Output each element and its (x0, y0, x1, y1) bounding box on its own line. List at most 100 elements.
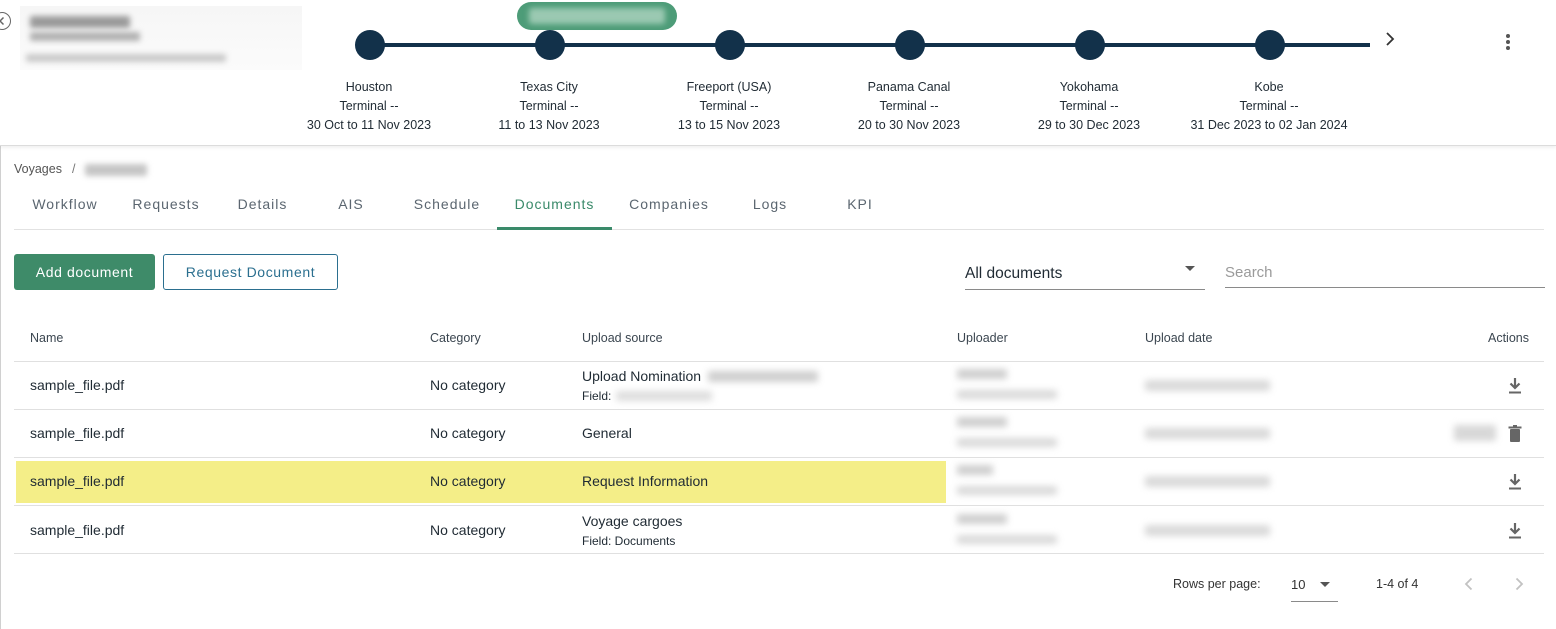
file-name[interactable]: sample_file.pdf (30, 425, 124, 441)
column-header-upload-date[interactable]: Upload date (1145, 331, 1212, 345)
file-name[interactable]: sample_file.pdf (30, 377, 124, 393)
stop-terminal: Terminal -- (1059, 99, 1119, 113)
file-category: No category (430, 377, 506, 393)
file-category: No category (430, 522, 506, 538)
dropdown-caret-icon (1320, 582, 1330, 587)
upload-source-field: Field: Documents (582, 534, 676, 548)
rows-per-page-select[interactable]: 10 (1291, 572, 1338, 602)
file-name[interactable]: sample_file.pdf (30, 473, 124, 489)
download-icon[interactable] (1506, 521, 1524, 541)
stop-port: Texas City (520, 80, 578, 94)
previous-page-icon[interactable] (1462, 576, 1476, 592)
rows-per-page-value: 10 (1291, 577, 1306, 592)
vessel-email-redacted (26, 54, 226, 62)
timeline-stop-marker[interactable] (1255, 30, 1285, 60)
voyage-header: Houston Terminal -- 30 Oct to 11 Nov 202… (0, 0, 1556, 146)
stop-terminal: Terminal -- (1239, 99, 1299, 113)
tab-schedule[interactable]: Schedule (412, 196, 482, 230)
delete-icon[interactable] (1506, 424, 1524, 444)
voyage-status-badge (517, 2, 677, 30)
download-icon[interactable] (1506, 472, 1524, 492)
timeline-stop-marker[interactable] (1075, 30, 1105, 60)
search-input[interactable] (1225, 258, 1545, 288)
tab-kpi[interactable]: KPI (845, 196, 875, 230)
dropdown-caret-icon (1185, 266, 1195, 271)
tab-companies[interactable]: Companies (628, 196, 710, 230)
vessel-detail-redacted (30, 32, 140, 41)
source-detail-redacted (708, 371, 818, 382)
upload-source: Voyage cargoes (582, 513, 683, 529)
uploader-company-redacted (957, 390, 1057, 399)
add-document-button[interactable]: Add document (14, 254, 155, 290)
tab-bar: Workflow Requests Details AIS Schedule D… (14, 182, 1544, 230)
pagination-range: 1-4 of 4 (1376, 577, 1419, 591)
upload-source: Upload Nomination (582, 368, 702, 384)
stop-terminal: Terminal -- (339, 99, 399, 113)
table-header: Name Category Upload source Uploader Upl… (14, 314, 1544, 362)
tab-workflow[interactable]: Workflow (30, 196, 100, 230)
timeline-stop-marker[interactable] (895, 30, 925, 60)
timeline-track (369, 43, 1370, 47)
uploader-redacted (957, 369, 1007, 379)
column-header-upload-source[interactable]: Upload source (582, 331, 663, 345)
uploader-redacted (957, 465, 993, 475)
uploader-company-redacted (957, 438, 1057, 447)
more-vertical-icon[interactable] (1500, 32, 1516, 52)
tab-ais[interactable]: AIS (336, 196, 366, 230)
upload-date-redacted (1145, 525, 1270, 536)
file-category: No category (430, 425, 506, 441)
table-row[interactable]: sample_file.pdf No category Upload Nomin… (14, 362, 1544, 410)
table-row[interactable]: sample_file.pdf No category Request Info… (14, 458, 1544, 506)
uploader-redacted (957, 514, 1007, 524)
stop-port: Kobe (1254, 80, 1284, 94)
tab-requests[interactable]: Requests (131, 196, 201, 230)
upload-date-redacted (1145, 428, 1270, 439)
uploader-redacted (957, 417, 1007, 427)
tab-logs[interactable]: Logs (752, 196, 788, 230)
stop-port: Yokohama (1059, 80, 1119, 94)
document-filter-select[interactable]: All documents (965, 258, 1205, 290)
breadcrumb-voyages[interactable]: Voyages (14, 162, 62, 176)
column-header-actions: Actions (1488, 331, 1529, 345)
timeline-stop-marker[interactable] (715, 30, 745, 60)
timeline-stop-marker[interactable] (535, 30, 565, 60)
stop-dates: 20 to 30 Nov 2023 (857, 118, 961, 132)
column-header-uploader[interactable]: Uploader (957, 331, 1008, 345)
breadcrumb: Voyages / (14, 162, 148, 176)
breadcrumb-voyage-redacted (85, 163, 148, 176)
stop-dates: 30 Oct to 11 Nov 2023 (306, 118, 432, 132)
vessel-name-redacted (30, 16, 130, 28)
chevron-right-icon[interactable] (1381, 30, 1399, 48)
extra-actions-redacted (1454, 425, 1496, 441)
stop-terminal: Terminal -- (879, 99, 939, 113)
stop-dates: 29 to 30 Dec 2023 (1037, 118, 1141, 132)
tab-documents[interactable]: Documents (497, 196, 612, 230)
column-header-category[interactable]: Category (430, 331, 481, 345)
upload-source-field: Field: (582, 389, 612, 403)
file-name[interactable]: sample_file.pdf (30, 522, 124, 538)
download-icon[interactable] (1506, 376, 1524, 396)
breadcrumb-separator: / (71, 162, 76, 176)
stop-port: Houston (345, 80, 393, 94)
upload-date-redacted (1145, 476, 1270, 487)
table-row[interactable]: sample_file.pdf No category General (14, 410, 1544, 458)
stop-dates: 31 Dec 2023 to 02 Jan 2024 (1190, 118, 1348, 132)
upload-source: Request Information (582, 473, 709, 489)
stop-dates: 11 to 13 Nov 2023 (498, 118, 600, 132)
field-detail-redacted (616, 391, 712, 401)
column-header-name[interactable]: Name (30, 331, 63, 345)
uploader-company-redacted (957, 486, 1057, 495)
rows-per-page-label: Rows per page: (1173, 577, 1261, 591)
back-icon[interactable] (0, 12, 11, 30)
tab-details[interactable]: Details (235, 196, 290, 230)
request-document-button[interactable]: Request Document (163, 254, 338, 290)
document-filter-value: All documents (965, 265, 1063, 282)
vessel-info-card (20, 6, 302, 70)
stop-terminal: Terminal -- (699, 99, 759, 113)
table-row[interactable]: sample_file.pdf No category Voyage cargo… (14, 506, 1544, 554)
next-page-icon[interactable] (1512, 576, 1526, 592)
upload-date-redacted (1145, 380, 1270, 391)
stop-terminal: Terminal -- (519, 99, 579, 113)
timeline-stop-marker[interactable] (355, 30, 385, 60)
stop-dates: 13 to 15 Nov 2023 (677, 118, 781, 132)
